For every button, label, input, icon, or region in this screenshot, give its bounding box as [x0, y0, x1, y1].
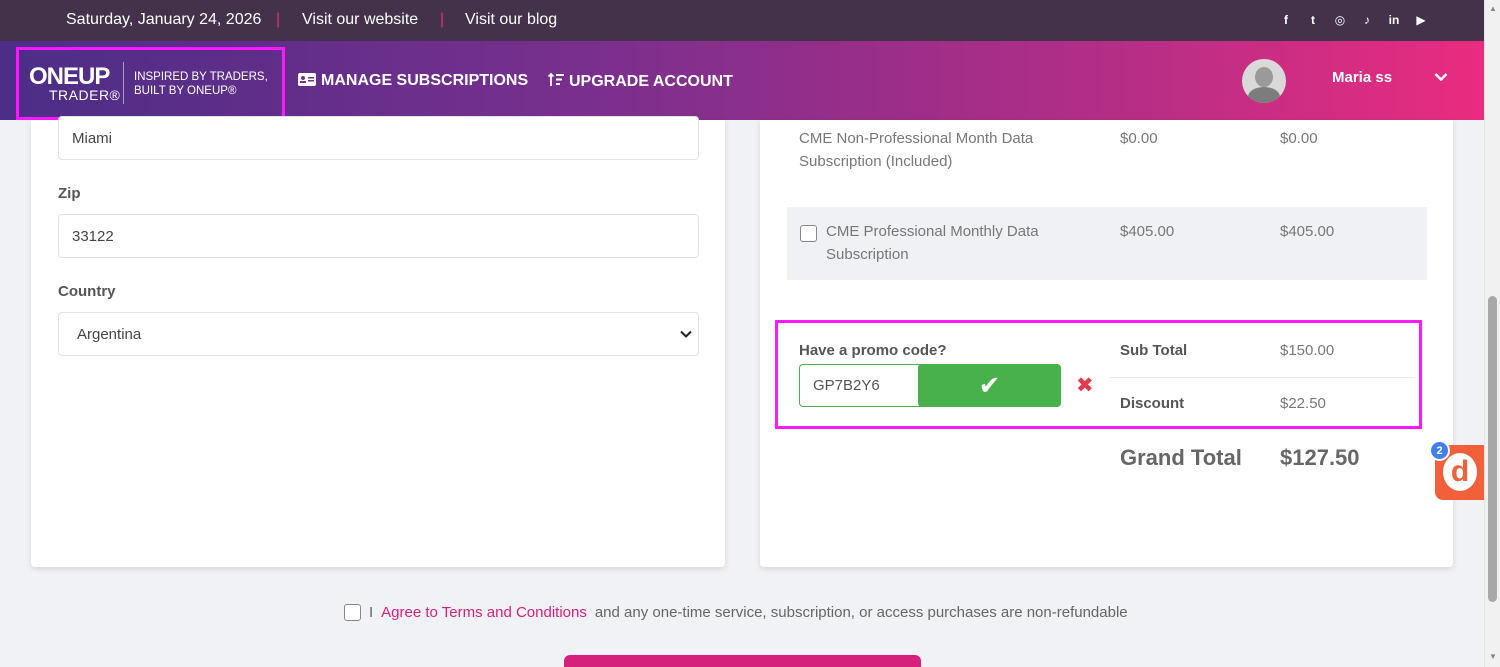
- order-item-name-line1: CME Professional Monthly Data: [826, 223, 1039, 240]
- upgrade-account-label: UPGRADE ACCOUNT: [569, 72, 733, 90]
- order-item-name-line1: CME Non-Professional Month Data: [799, 130, 1034, 147]
- avatar[interactable]: [1242, 59, 1286, 103]
- social-links: f t ◎ ♪ in ▶: [1277, 11, 1430, 29]
- visit-blog-link[interactable]: Visit our blog: [465, 11, 557, 29]
- grand-total-label: Grand Total: [1120, 445, 1242, 470]
- terms-suffix: and any one-time service, subscription, …: [594, 604, 1128, 621]
- scrollbar[interactable]: ▲ ▼: [1484, 0, 1500, 667]
- order-item-price: $0.00: [1120, 130, 1158, 147]
- remove-promo-icon[interactable]: ✖: [1076, 373, 1094, 398]
- notification-badge: 2: [1429, 440, 1450, 461]
- discount-label: Discount: [1120, 395, 1185, 412]
- logo-wordmark: ONEUP: [29, 63, 110, 90]
- twitter-icon[interactable]: t: [1304, 11, 1322, 29]
- grand-total-value: $127.50: [1280, 445, 1360, 470]
- id-card-icon: [298, 73, 316, 89]
- checkmark-icon: ✔: [978, 370, 1001, 400]
- apply-promo-button[interactable]: ✔: [918, 364, 1061, 407]
- logo[interactable]: ONEUP TRADER® INSPIRED BY TRADERS, BUILT…: [16, 47, 285, 120]
- topbar-separator: |: [440, 11, 445, 28]
- order-item-price: $405.00: [1120, 223, 1175, 240]
- order-summary-card: CME Non-Professional Month Data Subscrip…: [760, 120, 1453, 567]
- order-item-name-line2: Subscription (Included): [799, 153, 953, 170]
- upgrade-account-link[interactable]: UPGRADE ACCOUNT: [547, 72, 733, 91]
- city-value: Miami: [72, 129, 112, 147]
- submit-button[interactable]: [564, 655, 921, 667]
- order-item-name: CME Non-Professional Month Data Subscrip…: [799, 127, 1033, 173]
- zip-label: Zip: [58, 185, 81, 202]
- promo-code-label: Have a promo code?: [799, 342, 947, 359]
- youtube-icon[interactable]: ▶: [1412, 11, 1430, 29]
- manage-subscriptions-label: MANAGE SUBSCRIPTIONS: [321, 72, 529, 89]
- linkedin-icon[interactable]: in: [1385, 11, 1403, 29]
- billing-form-card: Miami Zip 33122 Country Argentina: [31, 116, 725, 567]
- order-item-name: CME Professional Monthly Data Subscripti…: [826, 220, 1039, 266]
- sort-up-icon: [547, 72, 564, 91]
- instagram-icon[interactable]: ◎: [1331, 11, 1349, 29]
- current-date: Saturday, January 24, 2026: [66, 11, 262, 28]
- logo-tagline-line2: BUILT BY ONEUP®: [134, 85, 237, 97]
- zip-field[interactable]: 33122: [58, 214, 699, 258]
- country-label: Country: [58, 283, 116, 300]
- chevron-down-icon: [680, 327, 692, 341]
- subtotal-value: $150.00: [1280, 342, 1335, 359]
- order-item-name-line2: Subscription: [826, 246, 909, 263]
- terms-checkbox[interactable]: [344, 604, 361, 621]
- terms-agreement: I Agree to Terms and Conditions and any …: [344, 604, 1128, 621]
- avatar-body: [1248, 87, 1280, 103]
- chevron-down-icon[interactable]: [1434, 69, 1448, 87]
- tiktok-icon[interactable]: ♪: [1358, 11, 1376, 29]
- summary-divider: [1110, 377, 1415, 378]
- order-item-total: $405.00: [1280, 223, 1335, 240]
- logo-tagline-line1: INSPIRED BY TRADERS,: [134, 71, 268, 83]
- subtotal-label: Sub Total: [1120, 342, 1188, 359]
- terms-prefix: I: [369, 604, 374, 621]
- logo-divider: [123, 62, 124, 104]
- city-field[interactable]: Miami: [58, 116, 699, 160]
- terms-link[interactable]: Agree to Terms and Conditions: [381, 604, 587, 621]
- country-value: Argentina: [77, 325, 142, 343]
- logo-tagline: INSPIRED BY TRADERS, BUILT BY ONEUP®: [134, 70, 268, 98]
- scrollbar-thumb[interactable]: [1488, 296, 1497, 602]
- discount-value: $22.50: [1280, 395, 1326, 412]
- user-name[interactable]: Maria ss: [1332, 69, 1392, 86]
- zip-value: 33122: [72, 227, 114, 245]
- facebook-icon[interactable]: f: [1277, 11, 1295, 29]
- top-bar: Saturday, January 24, 2026 | Visit our w…: [0, 0, 1484, 41]
- scroll-down-icon[interactable]: ▼: [1489, 652, 1497, 661]
- logo-subtitle: TRADER®: [49, 87, 121, 103]
- country-select[interactable]: Argentina: [58, 312, 699, 356]
- main-navbar: ONEUP TRADER® INSPIRED BY TRADERS, BUILT…: [0, 41, 1484, 120]
- promo-code-value: GP7B2Y6: [813, 377, 880, 394]
- order-item-checkbox[interactable]: [800, 225, 817, 242]
- visit-website-link[interactable]: Visit our website: [302, 11, 418, 29]
- order-item-total: $0.00: [1280, 130, 1318, 147]
- scroll-up-icon[interactable]: ▲: [1489, 4, 1497, 13]
- avatar-head: [1255, 67, 1273, 87]
- manage-subscriptions-link[interactable]: MANAGE SUBSCRIPTIONS: [298, 72, 528, 90]
- topbar-separator: |: [276, 11, 281, 28]
- chat-widget-icon: d: [1443, 453, 1477, 491]
